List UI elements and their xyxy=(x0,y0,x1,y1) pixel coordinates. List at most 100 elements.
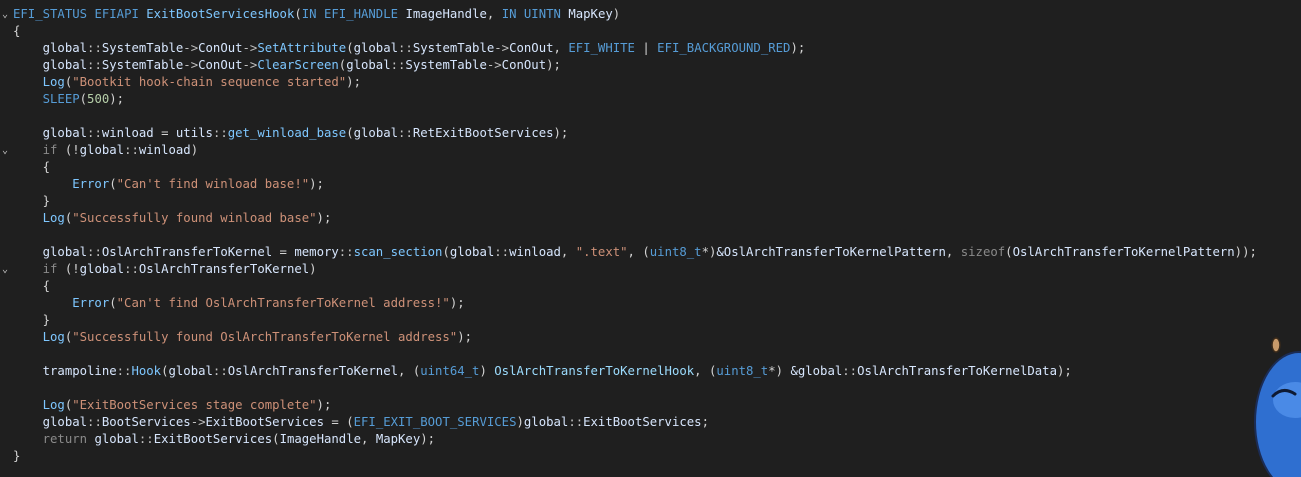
code-token: { xyxy=(13,279,51,293)
code-token: SetAttribute xyxy=(257,41,347,55)
code-token: EFI_WHITE xyxy=(568,41,635,55)
fold-chevron-icon xyxy=(0,244,10,261)
code-token: global xyxy=(13,41,88,55)
code-token: , ( xyxy=(627,245,650,259)
code-token: :: xyxy=(494,245,510,259)
code-token: trampoline xyxy=(13,364,117,378)
code-token: ( xyxy=(442,245,450,259)
code-token: EFI_EXIT_BOOT_SERVICES xyxy=(353,415,517,429)
code-token: OslArchTransferToKernelPattern xyxy=(1012,245,1235,259)
code-token: global xyxy=(523,415,569,429)
code-token: &OslArchTransferToKernelPattern xyxy=(716,245,946,259)
code-text: Error("Can't find OslArchTransferToKerne… xyxy=(13,295,464,312)
code-token: = xyxy=(272,245,295,259)
mascot-character xyxy=(1254,337,1301,477)
code-token: ImageHandle xyxy=(279,432,361,446)
code-token: :: xyxy=(398,126,413,140)
code-token: :: xyxy=(212,126,228,140)
code-token: :: xyxy=(398,41,413,55)
code-token: { xyxy=(13,24,21,38)
code-text: Error("Can't find winload base!"); xyxy=(13,176,324,193)
code-token: get_winload_base xyxy=(227,126,347,140)
code-token: :: xyxy=(568,415,584,429)
code-token: global xyxy=(353,41,399,55)
code-token: , xyxy=(553,41,569,55)
fold-chevron-icon xyxy=(0,414,10,431)
code-token: global xyxy=(346,58,391,72)
fold-chevron-icon xyxy=(0,159,10,176)
code-token: scan_section xyxy=(353,245,443,259)
code-token: utils xyxy=(175,126,213,140)
code-token: return xyxy=(13,432,88,446)
code-token: IN xyxy=(301,7,317,21)
code-token: :: xyxy=(124,143,139,157)
fold-chevron-icon xyxy=(0,227,10,244)
fold-chevron-icon[interactable]: ⌄ xyxy=(0,6,10,23)
code-token: :: xyxy=(124,262,139,276)
code-token: ExitBootServicesHook xyxy=(146,7,295,21)
code-token: -> xyxy=(242,41,258,55)
code-text: if (!global::OslArchTransferToKernel) xyxy=(13,261,317,278)
code-token: winload xyxy=(509,245,561,259)
code-token: ); xyxy=(790,41,806,55)
code-token: UINTN xyxy=(523,7,561,21)
code-token: OslArchTransferToKernel xyxy=(138,262,310,276)
code-text: Log("ExitBootServices stage complete"); xyxy=(13,397,332,414)
code-text: if (!global::winload) xyxy=(13,142,199,159)
code-token: global xyxy=(13,415,88,429)
code-token: Log xyxy=(13,398,65,412)
code-token: ExitBootServices xyxy=(205,415,324,429)
code-token: ExitBootServices xyxy=(583,415,702,429)
fold-chevron-icon xyxy=(0,125,10,142)
code-token: ImageHandle xyxy=(405,7,487,21)
code-token: global xyxy=(13,58,88,72)
code-token: } xyxy=(13,194,51,208)
code-token: :: xyxy=(138,432,154,446)
code-token: , xyxy=(486,7,502,21)
code-token: :: xyxy=(842,364,858,378)
code-token: SystemTable xyxy=(405,58,487,72)
code-token: "Bootkit hook-chain sequence started" xyxy=(72,75,347,89)
code-editor[interactable]: ⌄ EFI_STATUS EFIAPI ExitBootServicesHook(… xyxy=(0,0,1301,477)
code-token: -> xyxy=(183,41,199,55)
code-text: Log("Bootkit hook-chain sequence started… xyxy=(13,74,361,91)
code-token: ".text" xyxy=(575,245,628,259)
code-token: EFI_BACKGROUND_RED xyxy=(657,41,791,55)
code-token: ( xyxy=(79,92,88,106)
code-token: "ExitBootServices stage complete" xyxy=(72,398,317,412)
code-token: global xyxy=(13,126,88,140)
fold-chevron-icon[interactable]: ⌄ xyxy=(0,142,10,159)
code-token: ); xyxy=(1056,364,1072,378)
fold-chevron-icon[interactable]: ⌄ xyxy=(0,261,10,278)
code-token: { xyxy=(13,160,51,174)
code-token: , ( xyxy=(398,364,421,378)
code-token: ) xyxy=(479,364,495,378)
code-token: "Can't find winload base!" xyxy=(116,177,310,191)
code-token: ); xyxy=(457,330,473,344)
mascot-ear xyxy=(1271,337,1281,353)
code-text: { xyxy=(13,23,20,40)
code-token: *) xyxy=(701,245,717,259)
code-token: , xyxy=(361,432,376,446)
code-text: Log("Successfully found winload base"); xyxy=(13,210,332,227)
fold-chevron-icon xyxy=(0,448,10,465)
code-text: SLEEP(500); xyxy=(13,91,124,108)
code-text: global::OslArchTransferToKernel = memory… xyxy=(13,244,1257,261)
fold-chevron-icon xyxy=(0,74,10,91)
code-token: global xyxy=(13,245,88,259)
code-token: EFI_STATUS xyxy=(13,7,88,21)
code-token: 500 xyxy=(87,92,110,106)
code-token: OslArchTransferToKernelHook xyxy=(494,364,695,378)
code-token: sizeof xyxy=(960,245,1006,259)
code-token: ) xyxy=(612,7,621,21)
code-text: return global::ExitBootServices(ImageHan… xyxy=(13,431,435,448)
code-token: ClearScreen xyxy=(257,58,339,72)
code-token: MapKey xyxy=(568,7,613,21)
code-token: ); xyxy=(546,58,561,72)
code-token: SLEEP xyxy=(13,92,80,106)
fold-chevron-icon xyxy=(0,397,10,414)
code-token: IN xyxy=(501,7,517,21)
code-text: { xyxy=(13,278,50,295)
code-token: Error xyxy=(13,296,110,310)
